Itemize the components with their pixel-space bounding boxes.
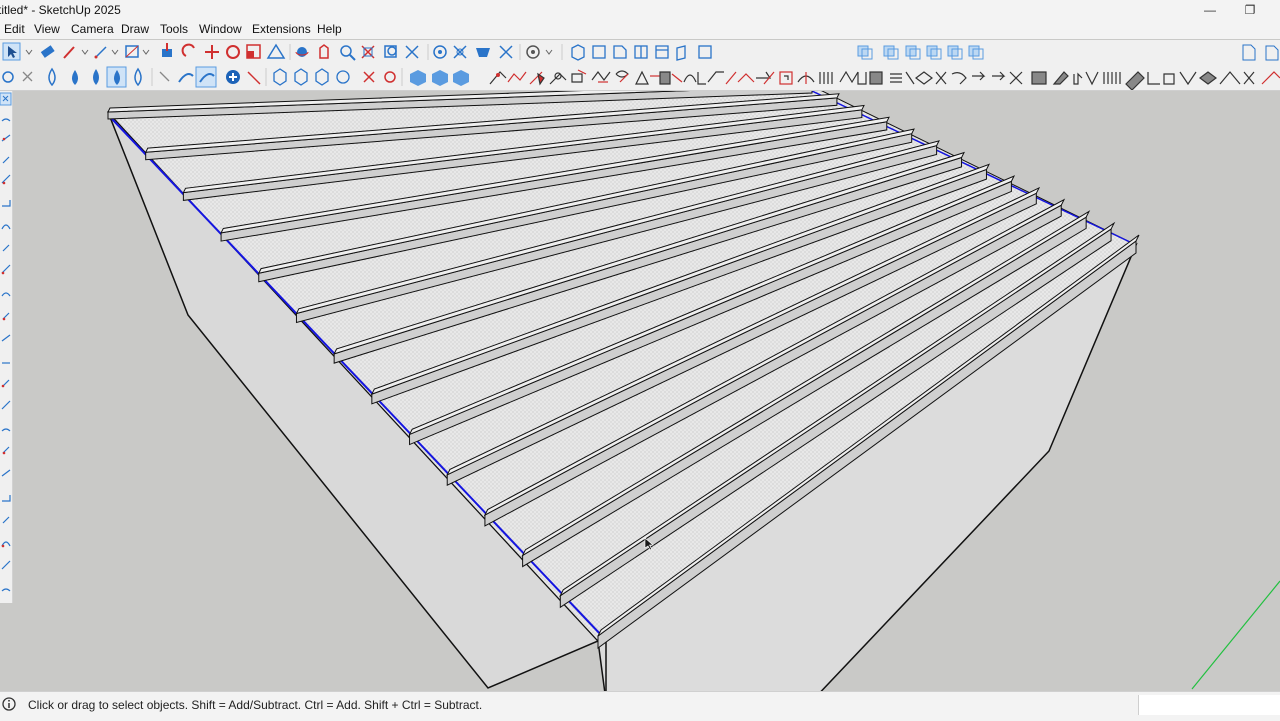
status-bar: Click or drag to select objects. Shift =… xyxy=(0,691,1280,721)
pan-icon xyxy=(178,73,194,83)
rotate-icon xyxy=(226,45,240,59)
measurements-box[interactable] xyxy=(1138,695,1280,715)
zoom-extents-icon xyxy=(361,45,375,59)
rectangle-icon xyxy=(125,45,139,58)
paint-bucket-icon xyxy=(134,67,142,87)
title-bar: titled* - SketchUp 2025 — ❐ xyxy=(0,0,1280,20)
paint-bucket-icon xyxy=(48,67,56,87)
menu-tools[interactable]: Tools xyxy=(160,22,188,36)
model-viewport[interactable] xyxy=(12,91,1280,691)
rotate-icon xyxy=(384,71,396,83)
zoom-icon xyxy=(387,46,397,56)
left-toolbar-icons[interactable] xyxy=(0,91,12,603)
menu-bar: Edit View Camera Draw Tools Window Exten… xyxy=(0,20,1280,39)
zoom-extents-icon xyxy=(405,45,419,59)
push-pull-icon xyxy=(162,43,172,57)
gear-icon xyxy=(2,71,14,83)
pencil-icon xyxy=(63,46,75,59)
style-icon xyxy=(1265,45,1279,61)
style-icon xyxy=(476,48,490,57)
eraser-icon xyxy=(40,45,55,58)
window-title: titled* - SketchUp 2025 xyxy=(0,3,121,17)
minimize-button[interactable]: — xyxy=(1190,1,1230,19)
menu-draw[interactable]: Draw xyxy=(121,22,149,36)
style-icon xyxy=(499,45,513,59)
menu-view[interactable]: View xyxy=(34,22,60,36)
extensions-toolbar-icons[interactable] xyxy=(0,64,1280,90)
extensions-toolbar xyxy=(0,64,1280,91)
paint-bucket-icon xyxy=(72,70,78,85)
style-icon xyxy=(1242,44,1256,61)
menu-help[interactable]: Help xyxy=(317,22,342,36)
paint-bucket-icon xyxy=(93,69,99,85)
menu-window[interactable]: Window xyxy=(199,22,242,36)
close-icon xyxy=(22,71,33,82)
style-icon xyxy=(526,45,540,59)
move-icon xyxy=(205,45,219,59)
style-icon xyxy=(433,45,447,59)
main-toolbar-icons[interactable] xyxy=(0,40,1280,64)
scale-icon xyxy=(246,44,261,59)
extension-tools-icons xyxy=(489,69,1280,90)
section-plane-icon xyxy=(571,44,712,61)
menu-edit[interactable]: Edit xyxy=(4,22,25,36)
style-icon xyxy=(453,45,467,59)
line-icon xyxy=(247,71,261,85)
main-toolbar xyxy=(0,40,1280,64)
status-hint: Click or drag to select objects. Shift =… xyxy=(28,698,483,712)
tape-measure-icon xyxy=(266,43,286,59)
rotate-icon xyxy=(181,43,195,57)
menu-camera[interactable]: Camera xyxy=(71,22,114,36)
menu-extensions[interactable]: Extensions xyxy=(252,22,311,36)
zoom-icon xyxy=(340,45,356,61)
info-icon[interactable] xyxy=(2,697,16,711)
green-axis xyxy=(1191,580,1280,690)
model-scene[interactable] xyxy=(12,91,1280,691)
component-icon xyxy=(273,68,350,86)
orbit-icon xyxy=(295,47,309,57)
component-icon xyxy=(857,45,984,60)
pan-icon xyxy=(319,44,329,59)
move-icon xyxy=(363,71,375,83)
restore-button[interactable]: ❐ xyxy=(1230,1,1270,19)
style-icon xyxy=(410,70,469,86)
line-icon xyxy=(94,46,107,59)
